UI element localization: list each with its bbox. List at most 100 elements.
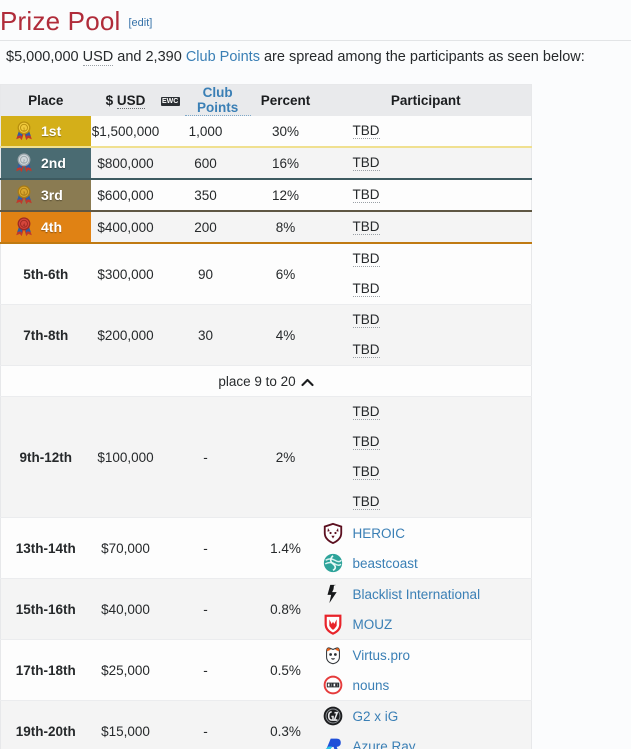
usd-cell: $600,000: [90, 179, 161, 212]
place-label: 9th-12th: [19, 449, 72, 465]
g2ig-logo-icon: [321, 704, 345, 728]
usd-abbr[interactable]: USD: [82, 49, 114, 66]
place-label: 19th-20th: [15, 723, 76, 739]
participant-placeholder-icon: [321, 183, 345, 207]
participant-list: TBD TBD: [321, 244, 532, 304]
expand-toggle[interactable]: place 9 to 20: [0, 365, 532, 397]
place-label: 2nd: [41, 155, 66, 171]
place-label: 17th-18th: [15, 662, 76, 678]
place-cell: 4 4th: [0, 211, 91, 244]
team-name-link[interactable]: Blacklist International: [353, 587, 481, 602]
medal-gold-icon: 1: [13, 120, 35, 142]
table-row: 7th-8th $200,000 30 4% TBD TBD: [0, 304, 532, 366]
participant-row: TBD: [321, 148, 532, 178]
participant-row: beastcoast: [321, 548, 532, 578]
team-name-link[interactable]: G2 x iG: [353, 709, 399, 724]
participant-tbd[interactable]: TBD: [352, 251, 380, 267]
participant-list: TBD: [321, 180, 532, 210]
place-cell: 5th-6th: [0, 243, 91, 305]
heroic-logo-icon: [321, 521, 345, 545]
mouz-logo-icon: [321, 612, 345, 636]
percent-cell: 16%: [250, 147, 321, 180]
participant-row: TBD: [321, 274, 532, 304]
club-points-link[interactable]: Club Points: [186, 49, 260, 65]
usd-cell: $800,000: [90, 147, 161, 180]
participant-row: TBD: [321, 427, 532, 457]
participant-tbd[interactable]: TBD: [352, 494, 380, 510]
participant-row: TBD: [321, 212, 532, 242]
place-label: 13th-14th: [15, 540, 76, 556]
participant-row: MOUZ: [321, 609, 532, 639]
percent-cell: 0.8%: [250, 578, 321, 640]
medal-copper-icon: 4: [13, 216, 35, 238]
participant-tbd[interactable]: TBD: [352, 312, 380, 328]
place-cell: 9th-12th: [0, 396, 91, 518]
team-name-link[interactable]: MOUZ: [353, 617, 393, 632]
participant-row: TBD: [321, 335, 532, 365]
club-points-total: 2,390: [145, 49, 182, 65]
participant-list: Blacklist International MOUZ: [321, 579, 532, 639]
participant-cell: TBD: [320, 116, 532, 148]
table-head: Place $ USD EWC Club Points Percent Part…: [0, 84, 532, 116]
participant-placeholder-icon: [321, 430, 345, 454]
header-participant: Participant: [320, 84, 532, 116]
participant-tbd[interactable]: TBD: [352, 219, 380, 235]
participant-list: TBD: [321, 212, 532, 242]
team-name-link[interactable]: Azure Ray: [353, 739, 416, 749]
participant-tbd[interactable]: TBD: [352, 187, 380, 203]
participant-tbd[interactable]: TBD: [352, 123, 380, 139]
medal-silver-icon: 2: [13, 152, 35, 174]
percent-cell: 0.5%: [250, 639, 321, 701]
participant-row: Virtus.pro: [321, 640, 532, 670]
club-points-cell: -: [160, 639, 251, 701]
table-row: 17th-18th $25,000-0.5% Virtus.pro nouns: [0, 639, 532, 701]
participant-row: TBD: [321, 116, 532, 146]
participant-tbd[interactable]: TBD: [352, 342, 380, 358]
header-place: Place: [0, 84, 91, 116]
participant-cell: TBD: [320, 147, 532, 180]
club-points-cell: 350: [160, 179, 251, 212]
participant-list: TBD: [321, 148, 532, 178]
table-row: 1 1st $1,500,000 1,000 30% TBD: [0, 116, 532, 148]
team-name-link[interactable]: HEROIC: [353, 526, 406, 541]
participant-tbd[interactable]: TBD: [352, 464, 380, 480]
header-club-points-label[interactable]: Club Points: [184, 85, 251, 116]
club-points-cell: -: [160, 578, 251, 640]
expand-row[interactable]: place 9 to 20: [0, 365, 532, 397]
medal-bronze-icon: 3: [13, 184, 35, 206]
percent-cell: 6%: [250, 243, 321, 305]
participant-list: Virtus.pro nouns: [321, 640, 532, 700]
header-usd-text: $ USD: [105, 93, 146, 109]
place-cell: 17th-18th: [0, 639, 91, 701]
place-label: 5th-6th: [23, 266, 69, 282]
summary-tail: are spread among the participants as see…: [259, 49, 585, 65]
page-title: Prize Pool: [0, 6, 121, 36]
percent-cell: 2%: [250, 396, 321, 518]
participant-list: TBD: [321, 116, 532, 146]
participant-tbd[interactable]: TBD: [352, 404, 380, 420]
team-name-link[interactable]: nouns: [353, 678, 390, 693]
section-header: Prize Pool [edit]: [0, 6, 631, 41]
team-name-link[interactable]: beastcoast: [353, 556, 418, 571]
table-body: 1 1st $1,500,000 1,000 30% TBD 2 2nd $800,000…: [0, 116, 532, 749]
participant-tbd[interactable]: TBD: [352, 281, 380, 297]
participant-tbd[interactable]: TBD: [352, 434, 380, 450]
club-points-cell: 30: [160, 304, 251, 366]
usd-cell: $100,000: [90, 396, 161, 518]
total-usd-amount: $5,000,000: [6, 49, 79, 65]
edit-link[interactable]: [edit]: [129, 17, 153, 29]
participant-row: TBD: [321, 305, 532, 335]
usd-cell: $15,000: [90, 700, 161, 749]
percent-cell: 0.3%: [250, 700, 321, 749]
prize-pool-page: Prize Pool [edit] $5,000,000 USD and 2,39…: [0, 0, 631, 749]
team-name-link[interactable]: Virtus.pro: [353, 648, 411, 663]
participant-placeholder-icon: [321, 338, 345, 362]
participant-placeholder-icon: [321, 490, 345, 514]
participant-list: HEROIC beastcoast: [321, 518, 532, 578]
place-cell: 2 2nd: [0, 147, 91, 180]
place-cell: 3 3rd: [0, 179, 91, 212]
participant-tbd[interactable]: TBD: [352, 155, 380, 171]
participant-list: G2 x iG Azure Ray: [321, 701, 532, 749]
participant-placeholder-icon: [321, 308, 345, 332]
space-1: [79, 49, 83, 65]
